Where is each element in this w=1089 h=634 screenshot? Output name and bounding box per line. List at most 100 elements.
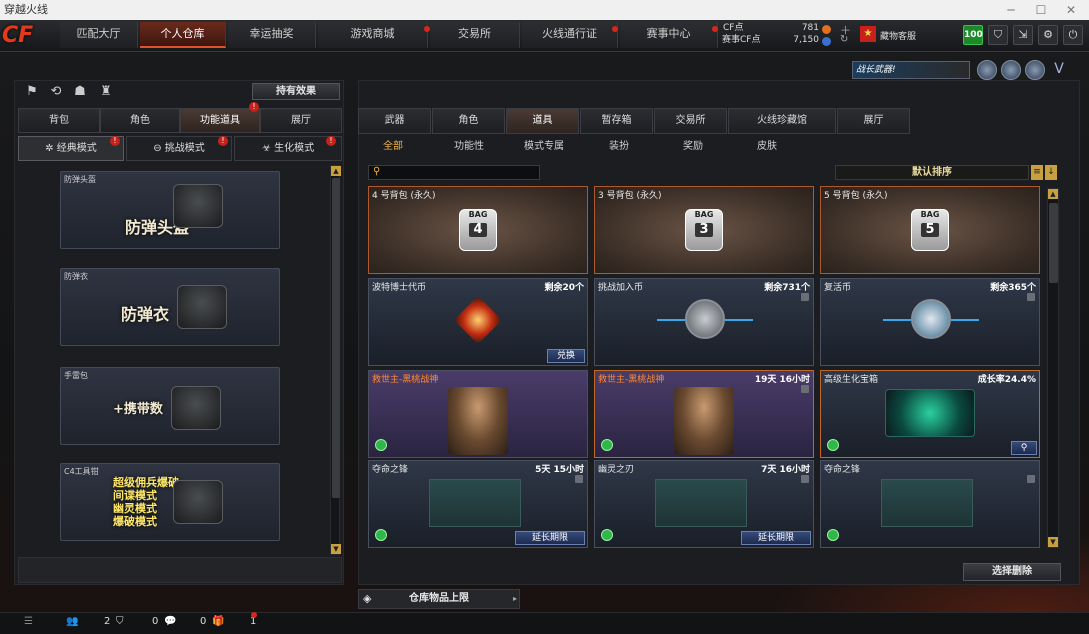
filter-skin[interactable]: 皮肤	[744, 139, 790, 155]
right-tab-characters[interactable]: 角色	[432, 108, 505, 134]
card-caption: 防弹衣	[64, 272, 88, 281]
item-name: 夺命之锋	[372, 465, 409, 475]
item-card[interactable]: 夺命之锋	[820, 460, 1040, 548]
rank-emblem-icon[interactable]	[977, 60, 997, 80]
chat-bubble-icon[interactable]: 💬	[164, 616, 176, 627]
redeem-button[interactable]: 兑换	[547, 349, 585, 363]
item-card[interactable]: 救世主-黑桃战神	[368, 370, 588, 458]
character-icon[interactable]: ⚑	[24, 84, 40, 100]
filter-all[interactable]: 全部	[370, 139, 416, 155]
left-tab-functional-items[interactable]: 功能道具	[180, 108, 260, 133]
filter-outfit[interactable]: 装扮	[596, 139, 642, 155]
filter-reward[interactable]: 奖励	[670, 139, 716, 155]
exit-room-icon[interactable]: ⇲	[1013, 25, 1033, 45]
storage-capacity-bar[interactable]: ◈ 仓库物品上限 ▸	[358, 589, 520, 609]
item-card[interactable]: 夺命之锋 5天 15小时 延长期限	[368, 460, 588, 548]
right-tab-temp-storage[interactable]: 暂存箱	[580, 108, 653, 134]
item-card[interactable]: 复活币 剩余365个	[820, 278, 1040, 366]
gift-icon[interactable]: 🎁	[212, 616, 224, 627]
sort-dropdown[interactable]: 默认排序	[835, 165, 1029, 180]
pickaxe-weapon-icon	[429, 479, 521, 527]
scroll-down-icon[interactable]: ▼	[1048, 537, 1058, 547]
item-card[interactable]: 幽灵之刃 7天 16小时 延长期限	[594, 460, 814, 548]
item-scroll-thumb[interactable]	[1049, 203, 1058, 283]
item-card[interactable]: 3 号背包 (永久) BAG 3	[594, 186, 814, 274]
item-card[interactable]: 4 号背包 (永久) BAG 4	[368, 186, 588, 274]
sort-direction-icon[interactable]: ↓	[1045, 165, 1057, 180]
item-card[interactable]: 挑战加入币 剩余731个	[594, 278, 814, 366]
hero-portrait	[448, 387, 508, 455]
zombie-alert-icon: !	[326, 136, 336, 146]
item-card[interactable]: 救世主-黑桃战神 19天 16小时	[594, 370, 814, 458]
bag-icon[interactable]: ♜	[98, 84, 114, 100]
left-card-grenade-pack[interactable]: 手雷包 +携带数	[60, 367, 280, 445]
item-card[interactable]: 高级生化宝箱 成长率24.4% ⚲	[820, 370, 1040, 458]
rank-shield-icon[interactable]: ⛉	[988, 25, 1008, 45]
nav-tab-match-lobby[interactable]: 匹配大厅	[60, 22, 138, 48]
right-tab-exchange[interactable]: 交易所	[654, 108, 727, 134]
item-card[interactable]: 波特博士代币 剩余20个 兑换	[368, 278, 588, 366]
search-input[interactable]: ⚲	[368, 165, 540, 180]
classic-alert-icon: !	[110, 136, 120, 146]
maximize-icon[interactable]: ☐	[1026, 0, 1056, 20]
mode-tab-challenge[interactable]: ⊖ 挑战模式	[126, 136, 232, 161]
item-remaining: 19天 16小时	[754, 375, 810, 385]
wings-emblem-icon[interactable]	[1025, 60, 1045, 80]
pose-icon[interactable]: ☗	[72, 84, 88, 100]
refresh-icon[interactable]: ↻	[840, 34, 848, 45]
right-tab-weapons[interactable]: 武器	[358, 108, 431, 134]
item-remaining: 剩余365个	[990, 283, 1036, 293]
settings-gear-icon[interactable]: ⚙	[1038, 25, 1058, 45]
left-tab-showroom[interactable]: 展厅	[260, 108, 342, 133]
mode-tab-classic[interactable]: ✲ 经典模式	[18, 136, 124, 161]
right-tab-showroom[interactable]: 展厅	[837, 108, 910, 134]
left-card-vest[interactable]: 防弹衣 防弹衣	[60, 268, 280, 346]
cf-points-label: CF点	[723, 23, 744, 33]
alerts-notification-dot	[251, 612, 257, 618]
item-grid-scrollbar[interactable]: ▲ ▼	[1047, 188, 1059, 548]
weapon-promo-banner[interactable]: 战长武器!	[852, 61, 970, 79]
filter-functional[interactable]: 功能性	[446, 139, 492, 155]
list-view-icon[interactable]: ≡	[1031, 165, 1043, 180]
nav-tab-exchange[interactable]: 交易所	[430, 22, 520, 48]
select-delete-button[interactable]: 选择删除	[963, 563, 1061, 581]
mode-label-challenge: 挑战模式	[164, 143, 205, 154]
item-card[interactable]: 5 号背包 (永久) BAG 5	[820, 186, 1040, 274]
nav-tab-personal-storage[interactable]: 个人仓库	[140, 22, 226, 48]
preview-search-button[interactable]: ⚲	[1011, 441, 1037, 455]
left-card-c4-pliers[interactable]: C4工具钳 超级佣兵爆破 间谍模式 幽灵模式 爆破模式	[60, 463, 280, 541]
shield-icon[interactable]: ⛉	[116, 616, 124, 627]
left-scroll-thumb[interactable]	[332, 178, 340, 498]
scroll-down-icon[interactable]: ▼	[331, 544, 341, 554]
left-scrollbar[interactable]: ▲ ▼	[330, 165, 341, 555]
held-effect-button[interactable]: 持有效果	[252, 83, 340, 100]
friends-icon[interactable]: 👥	[66, 616, 78, 627]
scroll-up-icon[interactable]: ▲	[1048, 189, 1058, 199]
pass-notification-dot	[612, 26, 618, 32]
left-tab-character[interactable]: 角色	[100, 108, 180, 133]
pulse-line-right	[951, 319, 979, 321]
scroll-up-icon[interactable]: ▲	[331, 166, 341, 176]
extend-duration-button[interactable]: 延长期限	[741, 531, 811, 545]
service-label[interactable]: 藏物客服	[880, 29, 916, 42]
left-card-helmet[interactable]: 防弹头盔 防弹头盔	[60, 171, 280, 249]
v-emblem-icon[interactable]: V	[1049, 61, 1069, 79]
close-window-icon[interactable]: ✕	[1056, 0, 1086, 20]
menu-list-icon[interactable]: ☰	[24, 616, 33, 627]
lock-icon	[801, 475, 809, 483]
minimize-icon[interactable]: ─	[996, 0, 1026, 20]
nav-tab-battle-pass[interactable]: 火线通行证	[522, 22, 618, 48]
target-emblem-icon[interactable]	[1001, 60, 1021, 80]
nav-tab-game-mall[interactable]: 游戏商城	[318, 22, 428, 48]
service-star-icon[interactable]: ★	[860, 26, 876, 42]
item-name: 幽灵之刃	[598, 465, 635, 475]
rotate-icon[interactable]: ⟲	[48, 84, 64, 100]
right-tab-items[interactable]: 道具	[506, 108, 579, 134]
power-icon[interactable]: ⏻	[1063, 25, 1083, 45]
extend-duration-button[interactable]: 延长期限	[515, 531, 585, 545]
right-tab-collection-hall[interactable]: 火线珍藏馆	[728, 108, 836, 134]
nav-tab-event-center[interactable]: 赛事中心	[620, 22, 718, 48]
left-tab-backpack[interactable]: 背包	[18, 108, 100, 133]
filter-mode-exclusive[interactable]: 模式专属	[518, 139, 570, 155]
nav-tab-lucky-draw[interactable]: 幸运抽奖	[228, 22, 316, 48]
